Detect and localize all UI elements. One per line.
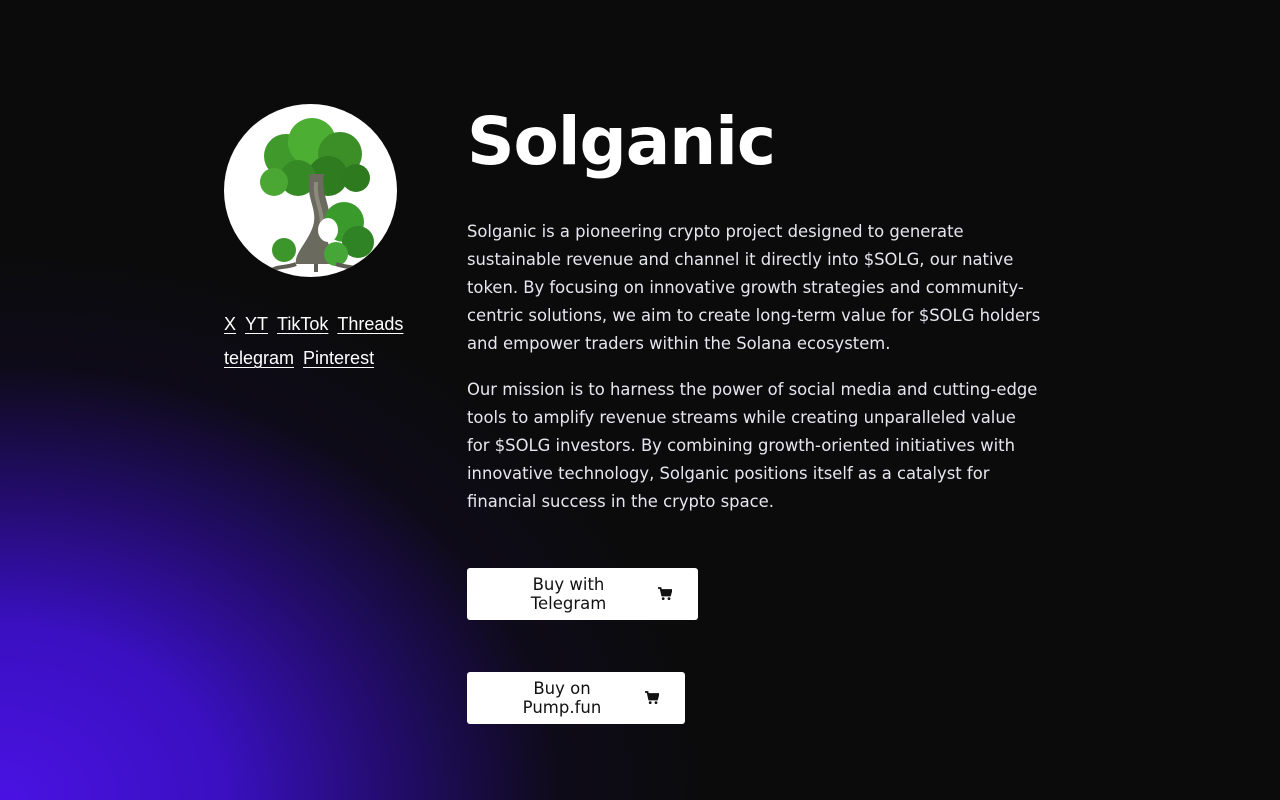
social-link-yt[interactable]: YT (245, 313, 268, 336)
tree-logo-icon (260, 118, 374, 272)
avatar (224, 104, 397, 277)
buy-telegram-button[interactable]: Buy with Telegram (467, 568, 698, 620)
buy-pump-label: Buy on Pump.fun (522, 679, 602, 717)
main-content: Solganic Solganic is a pioneering crypto… (467, 102, 1047, 516)
page-title: Solganic (467, 103, 776, 180)
social-link-tiktok[interactable]: TikTok (277, 313, 328, 336)
about-paragraph-2: Our mission is to harness the power of s… (467, 380, 1038, 511)
cart-icon (645, 691, 659, 705)
social-link-threads[interactable]: Threads (337, 313, 403, 336)
social-link-x[interactable]: X (224, 313, 236, 336)
social-links: X YT TikTok Threads telegram Pinterest (224, 313, 414, 370)
about-paragraph-1: Solganic is a pioneering crypto project … (467, 222, 1041, 353)
buy-pump-button[interactable]: Buy on Pump.fun (467, 672, 685, 724)
cart-icon (658, 587, 672, 601)
social-link-telegram[interactable]: telegram (224, 347, 294, 370)
page: X YT TikTok Threads telegram Pinterest S… (0, 0, 1280, 800)
buy-telegram-label: Buy with Telegram (530, 575, 607, 613)
social-link-pinterest[interactable]: Pinterest (303, 347, 374, 370)
